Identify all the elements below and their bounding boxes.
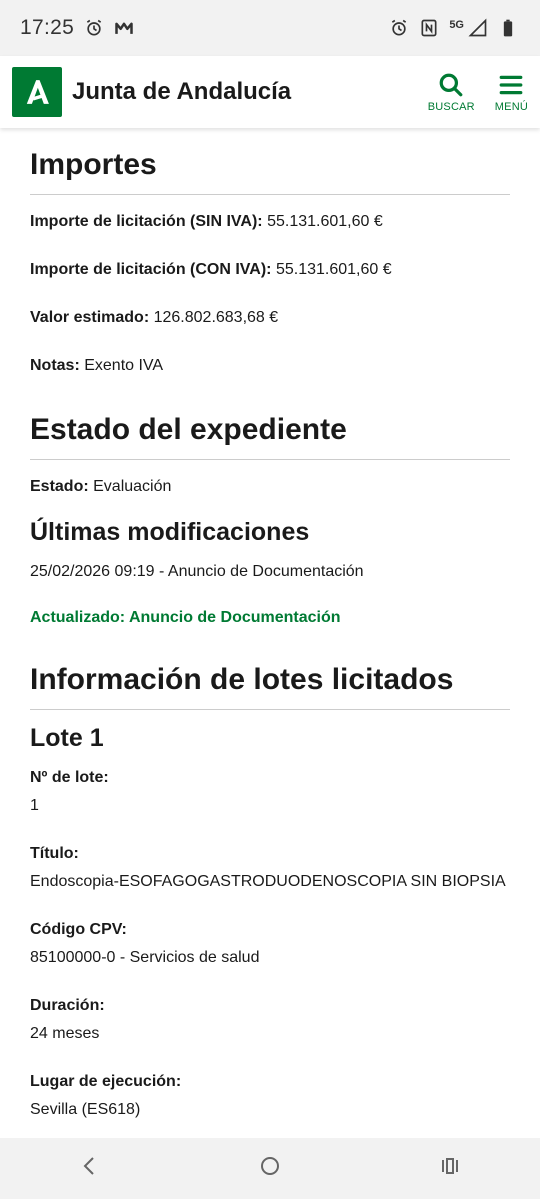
back-button[interactable]	[78, 1154, 102, 1183]
modificacion-entry: 25/02/2026 09:19 - Anuncio de Documentac…	[30, 563, 364, 580]
menu-label: MENÚ	[494, 100, 528, 113]
status-time: 17:25	[20, 16, 75, 39]
valor-estimado-value: 126.802.683,68 €	[149, 309, 279, 326]
network-type: 5G	[449, 19, 464, 31]
actualizado-text: Actualizado: Anuncio de Documentación	[30, 609, 341, 626]
importe-sin-iva: Importe de licitación (SIN IVA): 55.131.…	[30, 211, 510, 233]
lote-field-value: 24 meses	[30, 1025, 100, 1042]
app-header: Junta de Andalucía BUSCAR MENÚ	[0, 56, 540, 128]
lote-field: Título: Endoscopia-ESOFAGOGASTRODUODENOS…	[30, 843, 510, 893]
status-bar: 17:25 5G	[0, 0, 540, 56]
recents-icon	[442, 1158, 458, 1174]
lote-field-value: 1	[30, 797, 39, 814]
importe-con-iva: Importe de licitación (CON IVA): 55.131.…	[30, 259, 510, 281]
battery-icon	[498, 18, 518, 38]
search-button[interactable]: BUSCAR	[428, 72, 475, 113]
estado-heading: Estado del expediente	[30, 413, 510, 460]
recents-button[interactable]	[438, 1154, 462, 1183]
notas-value: Exento IVA	[79, 357, 164, 374]
system-nav-bar	[0, 1138, 540, 1199]
notas-label: Notas:	[30, 357, 80, 374]
status-left: 17:25	[20, 16, 134, 40]
valor-estimado: Valor estimado: 126.802.683,68 €	[30, 307, 510, 329]
notas: Notas: Exento IVA	[30, 355, 510, 377]
modificaciones-heading: Últimas modificaciones	[30, 518, 310, 546]
lote-field-value: 85100000-0 - Servicios de salud	[30, 949, 260, 966]
back-icon	[83, 1157, 94, 1175]
search-label: BUSCAR	[427, 100, 475, 113]
estado-value: Evaluación	[88, 478, 172, 495]
search-icon	[439, 73, 463, 96]
lote-title: Lote 1	[30, 724, 104, 752]
m-app-icon	[114, 18, 134, 38]
importe-con-iva-value: 55.131.601,60 €	[271, 261, 392, 278]
lote-field-label: Código CPV:	[30, 921, 127, 938]
lote-field: Duración: 24 meses	[30, 995, 510, 1045]
importe-sin-iva-label: Importe de licitación (SIN IVA):	[30, 213, 263, 230]
lote-field: Nº de lote: 1	[30, 767, 510, 817]
signal-icon	[468, 18, 488, 38]
lote-field-label: Título:	[30, 845, 79, 862]
hamburger-icon	[500, 75, 523, 94]
importes-heading: Importes	[30, 148, 510, 195]
home-icon	[261, 1157, 279, 1175]
lote-field-label: Duración:	[30, 997, 105, 1014]
importe-sin-iva-value: 55.131.601,60 €	[262, 213, 383, 230]
junta-logo-icon	[26, 80, 49, 104]
home-button[interactable]	[258, 1154, 282, 1183]
menu-button[interactable]: MENÚ	[495, 72, 528, 113]
importe-con-iva-label: Importe de licitación (CON IVA):	[30, 261, 272, 278]
lote-field-label: Nº de lote:	[30, 769, 109, 786]
lotes-heading: Información de lotes licitados	[30, 663, 510, 710]
valor-estimado-label: Valor estimado:	[30, 309, 150, 326]
estado-label: Estado:	[30, 478, 89, 495]
nfc-icon	[419, 18, 439, 38]
alarm-icon	[84, 18, 104, 38]
lote-field-value: Sevilla (ES618)	[30, 1101, 141, 1118]
lote-field-value: Endoscopia-ESOFAGOGASTRODUODENOSCOPIA SI…	[30, 873, 506, 890]
alarm-icon	[389, 18, 409, 38]
junta-logo[interactable]	[12, 67, 62, 117]
lote-field-label: Lugar de ejecución:	[30, 1073, 182, 1090]
main-content: Importes Importe de licitación (SIN IVA)…	[30, 128, 510, 1138]
lote-field: Código CPV: 85100000-0 - Servicios de sa…	[30, 919, 510, 969]
lote-field: Lugar de ejecución: Sevilla (ES618)	[30, 1071, 510, 1121]
brand-name[interactable]: Junta de Andalucía	[72, 78, 408, 106]
estado-row: Estado: Evaluación	[30, 476, 510, 498]
status-right: 5G	[389, 18, 518, 38]
